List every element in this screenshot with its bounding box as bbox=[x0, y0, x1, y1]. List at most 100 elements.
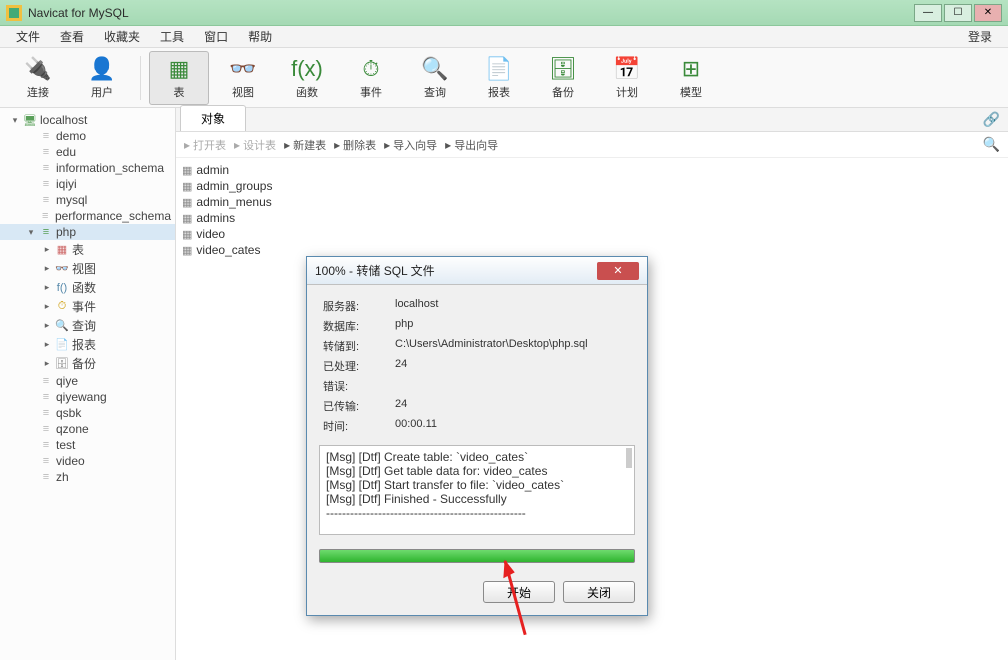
tree-label: video bbox=[56, 454, 85, 468]
tool-计划[interactable]: 📅 计划 bbox=[597, 51, 657, 105]
minimize-button[interactable]: — bbox=[914, 4, 942, 22]
link-icon[interactable]: 🔗 bbox=[975, 108, 1008, 131]
tree-node-icon: f() bbox=[55, 282, 69, 294]
tree-node-icon: ≡ bbox=[39, 375, 53, 387]
action-删除表[interactable]: ▸删除表 bbox=[334, 137, 376, 153]
menu-收藏夹[interactable]: 收藏夹 bbox=[94, 26, 150, 47]
tool-事件[interactable]: ⏱事件 bbox=[341, 51, 401, 105]
log-line: [Msg] [Dtf] Finished - Successfully bbox=[326, 492, 628, 506]
dbchild-函数[interactable]: ▸f()函数 bbox=[0, 278, 175, 297]
tree-label: localhost bbox=[40, 113, 87, 127]
tool-label: 计划 bbox=[616, 84, 638, 100]
table-icon: ▦ bbox=[182, 196, 192, 209]
maximize-button[interactable]: ☐ bbox=[944, 4, 972, 22]
tree-label: qzone bbox=[56, 422, 89, 436]
db-mysql[interactable]: ≡mysql bbox=[0, 192, 175, 208]
db-qiyewang[interactable]: ≡qiyewang bbox=[0, 389, 175, 405]
menu-窗口[interactable]: 窗口 bbox=[194, 26, 238, 47]
menu-帮助[interactable]: 帮助 bbox=[238, 26, 282, 47]
table-name: admin_menus bbox=[196, 195, 271, 209]
tree-twist-icon: ▸ bbox=[42, 301, 52, 312]
tree-twist-icon: ▸ bbox=[42, 263, 52, 274]
tree-label: mysql bbox=[56, 193, 87, 207]
db-iqiyi[interactable]: ≡iqiyi bbox=[0, 176, 175, 192]
tool-备份[interactable]: 🗄备份 bbox=[533, 51, 593, 105]
tool-icon: 👓 bbox=[229, 56, 256, 82]
value-server: localhost bbox=[393, 297, 633, 315]
tree-node-icon: 🗄 bbox=[55, 357, 69, 370]
label-time: 时间: bbox=[321, 417, 391, 435]
tree-label: qiye bbox=[56, 374, 78, 388]
table-admin[interactable]: ▦admin bbox=[182, 162, 1002, 178]
db-video[interactable]: ≡video bbox=[0, 453, 175, 469]
tool-label: 表 bbox=[174, 84, 185, 100]
value-time: 00:00.11 bbox=[393, 417, 633, 435]
menu-文件[interactable]: 文件 bbox=[6, 26, 50, 47]
table-video[interactable]: ▦video bbox=[182, 226, 1002, 242]
tool-连接[interactable]: 🔌连接 bbox=[8, 51, 68, 105]
tree-label: information_schema bbox=[56, 161, 164, 175]
tree-node-icon: ≡ bbox=[39, 194, 53, 206]
dbchild-表[interactable]: ▸▦表 bbox=[0, 240, 175, 259]
table-admins[interactable]: ▦admins bbox=[182, 210, 1002, 226]
label-path: 转储到: bbox=[321, 337, 391, 355]
scrollbar-thumb[interactable] bbox=[626, 448, 632, 468]
dbchild-视图[interactable]: ▸👓视图 bbox=[0, 259, 175, 278]
action-新建表[interactable]: ▸新建表 bbox=[284, 137, 326, 153]
db-qzone[interactable]: ≡qzone bbox=[0, 421, 175, 437]
db-php[interactable]: ▾≡php bbox=[0, 224, 175, 240]
db-demo[interactable]: ≡demo bbox=[0, 128, 175, 144]
db-edu[interactable]: ≡edu bbox=[0, 144, 175, 160]
tab-objects[interactable]: 对象 bbox=[180, 105, 246, 131]
tool-报表[interactable]: 📄报表 bbox=[469, 51, 529, 105]
tool-label: 模型 bbox=[680, 84, 702, 100]
tool-用户[interactable]: 👤 用户 bbox=[72, 51, 132, 105]
tree-label: 表 bbox=[72, 241, 84, 258]
tree-label: zh bbox=[56, 470, 69, 484]
table-icon: ▦ bbox=[182, 228, 192, 241]
search-icon[interactable]: 🔍 bbox=[983, 136, 1000, 153]
tool-label: 视图 bbox=[232, 84, 254, 100]
table-icon: ▦ bbox=[182, 164, 192, 177]
label-server: 服务器: bbox=[321, 297, 391, 315]
db-performance_schema[interactable]: ≡performance_schema bbox=[0, 208, 175, 224]
menu-查看[interactable]: 查看 bbox=[50, 26, 94, 47]
table-icon: ▦ bbox=[182, 244, 192, 257]
tree-node-icon: ▦ bbox=[55, 243, 69, 256]
dbchild-查询[interactable]: ▸🔍查询 bbox=[0, 316, 175, 335]
dialog-log: [Msg] [Dtf] Create table: `video_cates`[… bbox=[319, 445, 635, 535]
close-button[interactable]: ✕ bbox=[974, 4, 1002, 22]
table-admin_groups[interactable]: ▦admin_groups bbox=[182, 178, 1002, 194]
tool-icon: 👤 bbox=[88, 56, 115, 82]
tree-twist-icon: ▸ bbox=[42, 244, 52, 255]
db-information_schema[interactable]: ≡information_schema bbox=[0, 160, 175, 176]
value-database: php bbox=[393, 317, 633, 335]
tool-icon: 📄 bbox=[485, 56, 512, 82]
db-test[interactable]: ≡test bbox=[0, 437, 175, 453]
action-导出向导[interactable]: ▸导出向导 bbox=[445, 137, 498, 153]
tool-icon: 📅 bbox=[613, 56, 640, 82]
tool-查询[interactable]: 🔍查询 bbox=[405, 51, 465, 105]
login-link[interactable]: 登录 bbox=[958, 26, 1002, 47]
dbchild-报表[interactable]: ▸📄报表 bbox=[0, 335, 175, 354]
tree-twist-icon: ▸ bbox=[42, 320, 52, 331]
action-导入向导[interactable]: ▸导入向导 bbox=[384, 137, 437, 153]
db-qiye[interactable]: ≡qiye bbox=[0, 373, 175, 389]
tool-表[interactable]: ▦表 bbox=[149, 51, 209, 105]
dbchild-事件[interactable]: ▸⏱事件 bbox=[0, 297, 175, 316]
tree-node-icon: 🔍 bbox=[55, 319, 69, 332]
db-qsbk[interactable]: ≡qsbk bbox=[0, 405, 175, 421]
table-admin_menus[interactable]: ▦ admin_menus bbox=[182, 194, 1002, 210]
conn-localhost[interactable]: ▾🖥localhost bbox=[0, 112, 175, 128]
action-打开表: ▸打开表 bbox=[184, 137, 226, 153]
tool-模型[interactable]: ⊞模型 bbox=[661, 51, 721, 105]
tool-函数[interactable]: f(x)函数 bbox=[277, 51, 337, 105]
db-zh[interactable]: ≡zh bbox=[0, 469, 175, 485]
dialog-close-button[interactable]: ✕ bbox=[597, 262, 639, 280]
tool-label: 用户 bbox=[91, 84, 113, 100]
tool-视图[interactable]: 👓 视图 bbox=[213, 51, 273, 105]
menu-工具[interactable]: 工具 bbox=[150, 26, 194, 47]
close-dialog-button[interactable]: 关闭 bbox=[563, 581, 635, 603]
dbchild-备份[interactable]: ▸🗄备份 bbox=[0, 354, 175, 373]
tree-label: iqiyi bbox=[56, 177, 77, 191]
